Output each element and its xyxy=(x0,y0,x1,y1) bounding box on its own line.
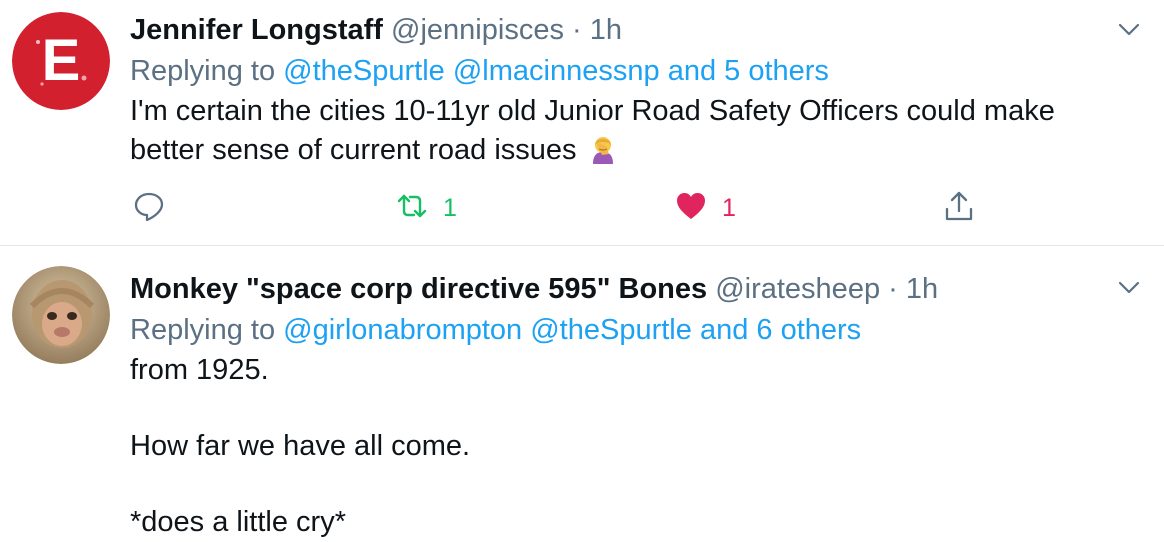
mention-link[interactable]: @girlonabrompton xyxy=(283,314,522,346)
timestamp[interactable]: 1h xyxy=(590,14,622,46)
reply-icon xyxy=(132,189,166,228)
others-link[interactable]: and 6 others xyxy=(700,314,861,346)
like-count: 1 xyxy=(722,193,736,222)
like-button[interactable]: 1 xyxy=(674,188,736,228)
heart-icon xyxy=(674,189,708,228)
tweet-text: from 1925. How far we have all come. *do… xyxy=(130,351,1144,542)
tweet[interactable]: Monkey "space corp directive 595" Bones … xyxy=(0,247,1164,540)
tweet[interactable]: E Jennifer Longstaff @jennipisces · 1h R… xyxy=(0,0,1164,246)
tweet-text: I'm certain the cities 10-11yr old Junio… xyxy=(130,92,1144,176)
replying-to: Replying to @theSpurtle @lmacinnessnp an… xyxy=(130,51,1144,91)
avatar[interactable] xyxy=(12,266,110,364)
share-button[interactable] xyxy=(942,188,976,228)
person-facepalming-emoji-icon xyxy=(587,133,619,176)
reply-button[interactable] xyxy=(132,188,166,228)
separator: · xyxy=(572,14,582,46)
tweet-text-line: better sense of current road issues xyxy=(130,131,1144,176)
retweet-icon xyxy=(395,189,429,228)
author-handle[interactable]: @jennipisces xyxy=(391,14,564,46)
separator: · xyxy=(888,273,898,305)
tweet-actions: 1 1 xyxy=(130,188,990,228)
tweet-text-line-content: better sense of current road issues xyxy=(130,134,577,166)
chevron-down-icon[interactable] xyxy=(1116,274,1142,300)
replying-to: Replying to @girlonabrompton @theSpurtle… xyxy=(130,310,1144,350)
tweet-text-line: I'm certain the cities 10-11yr old Junio… xyxy=(130,95,1055,127)
author-name[interactable]: Monkey "space corp directive 595" Bones xyxy=(130,273,707,305)
tweet-paragraph: How far we have all come. xyxy=(130,430,471,462)
retweet-button[interactable]: 1 xyxy=(395,188,457,228)
share-icon xyxy=(942,189,976,228)
mention-link[interactable]: @theSpurtle xyxy=(530,314,692,346)
tweet-paragraph: *does a little cry* xyxy=(130,506,346,538)
author-name[interactable]: Jennifer Longstaff xyxy=(130,14,383,46)
mention-link[interactable]: @theSpurtle xyxy=(283,55,445,87)
retweet-count: 1 xyxy=(443,193,457,222)
letter-e-logo-icon: E xyxy=(12,12,110,110)
avatar[interactable]: E xyxy=(12,12,110,110)
others-link[interactable]: and 5 others xyxy=(668,55,829,87)
tweet-paragraph: from 1925. xyxy=(130,354,269,386)
timestamp[interactable]: 1h xyxy=(906,273,938,305)
replying-prefix: Replying to xyxy=(130,314,276,346)
tweet-header: Jennifer Longstaff @jennipisces · 1h xyxy=(130,10,1144,50)
author-handle[interactable]: @iratesheep xyxy=(715,273,880,305)
monkey-photo-icon xyxy=(12,266,110,364)
mention-link[interactable]: @lmacinnessnp xyxy=(453,55,660,87)
replying-prefix: Replying to xyxy=(130,55,276,87)
svg-text:E: E xyxy=(42,28,81,93)
tweet-header: Monkey "space corp directive 595" Bones … xyxy=(130,269,1144,309)
chevron-down-icon[interactable] xyxy=(1116,16,1142,42)
